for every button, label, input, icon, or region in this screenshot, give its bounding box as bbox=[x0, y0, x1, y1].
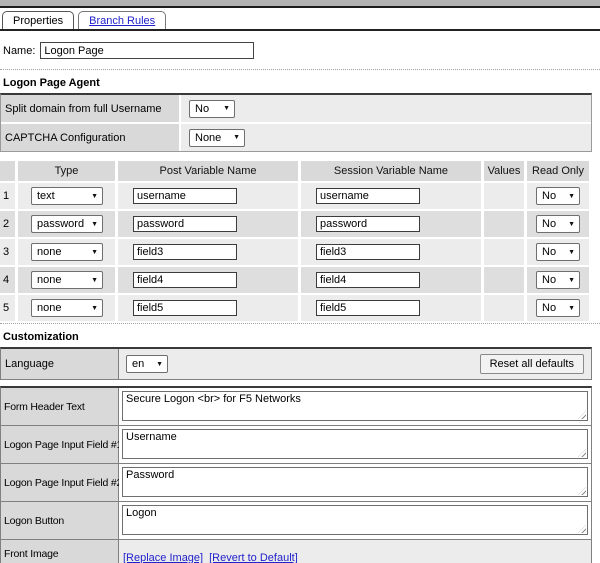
split-domain-select[interactable]: No ▼ bbox=[189, 100, 235, 118]
type-select[interactable]: none ▼ bbox=[31, 271, 103, 289]
name-row: Name: bbox=[0, 31, 600, 70]
post-variable-input[interactable] bbox=[133, 300, 237, 316]
type-select[interactable]: none ▼ bbox=[31, 299, 103, 317]
logon-button-row: Logon Button Logon bbox=[1, 502, 591, 540]
dropdown-arrow-icon: ▼ bbox=[568, 249, 575, 256]
dropdown-arrow-icon: ▼ bbox=[568, 277, 575, 284]
type-select[interactable]: password ▼ bbox=[31, 215, 103, 233]
name-label: Name: bbox=[3, 45, 35, 57]
dropdown-arrow-icon: ▼ bbox=[91, 193, 98, 200]
logon-fields-table: Type Post Variable Name Session Variable… bbox=[0, 161, 592, 321]
session-variable-input[interactable] bbox=[316, 244, 420, 260]
captcha-select[interactable]: None ▼ bbox=[189, 129, 245, 147]
read-only-select[interactable]: No ▼ bbox=[536, 243, 580, 261]
tab-properties[interactable]: Properties bbox=[2, 11, 74, 29]
revert-to-default-link[interactable]: [Revert to Default] bbox=[209, 552, 298, 563]
language-select[interactable]: en ▼ bbox=[126, 355, 168, 373]
input-field-1-textarea[interactable]: Username bbox=[122, 429, 588, 459]
agent-table: Split domain from full Username No ▼ CAP… bbox=[0, 93, 592, 152]
input-field-2-textarea[interactable]: Password bbox=[122, 467, 588, 497]
form-header-label: Form Header Text bbox=[1, 388, 119, 425]
front-image-row: Front Image [Replace Image] [Revert to D… bbox=[1, 540, 591, 563]
branch-rules-link[interactable]: Branch Rules bbox=[89, 15, 155, 27]
logon-button-label: Logon Button bbox=[1, 502, 119, 539]
values-cell bbox=[484, 183, 524, 209]
row-number: 4 bbox=[0, 267, 15, 293]
customization-table: Form Header Text Secure Logon <br> for F… bbox=[0, 386, 592, 563]
read-only-select[interactable]: No ▼ bbox=[536, 215, 580, 233]
agent-section-title: Logon Page Agent bbox=[0, 70, 600, 93]
field-row-2: 2 password ▼ No ▼ bbox=[0, 211, 592, 237]
dropdown-arrow-icon: ▼ bbox=[233, 134, 240, 141]
type-select[interactable]: text ▼ bbox=[31, 187, 103, 205]
field-row-5: 5 none ▼ No ▼ bbox=[0, 295, 592, 321]
front-image-label: Front Image bbox=[1, 540, 119, 563]
name-input[interactable] bbox=[40, 42, 254, 59]
agent-row-split-domain: Split domain from full Username No ▼ bbox=[1, 95, 591, 122]
field-row-3: 3 none ▼ No ▼ bbox=[0, 239, 592, 265]
input-field-1-label: Logon Page Input Field #1 bbox=[1, 426, 119, 463]
captcha-label: CAPTCHA Configuration bbox=[1, 124, 179, 151]
dropdown-arrow-icon: ▼ bbox=[91, 249, 98, 256]
dropdown-arrow-icon: ▼ bbox=[568, 221, 575, 228]
agent-row-captcha: CAPTCHA Configuration None ▼ bbox=[1, 124, 591, 151]
input-field-1-row: Logon Page Input Field #1 Username bbox=[1, 426, 591, 464]
values-cell bbox=[484, 295, 524, 321]
post-variable-input[interactable] bbox=[133, 188, 237, 204]
read-only-select[interactable]: No ▼ bbox=[536, 187, 580, 205]
col-header-session: Session Variable Name bbox=[301, 161, 481, 181]
row-number: 1 bbox=[0, 183, 15, 209]
reset-all-defaults-button[interactable]: Reset all defaults bbox=[480, 354, 584, 374]
type-select[interactable]: none ▼ bbox=[31, 243, 103, 261]
session-variable-input[interactable] bbox=[316, 300, 420, 316]
input-field-2-row: Logon Page Input Field #2 Password bbox=[1, 464, 591, 502]
dropdown-arrow-icon: ▼ bbox=[91, 277, 98, 284]
row-number: 2 bbox=[0, 211, 15, 237]
read-only-select[interactable]: No ▼ bbox=[536, 271, 580, 289]
col-header-values: Values bbox=[484, 161, 524, 181]
logon-button-textarea[interactable]: Logon bbox=[122, 505, 588, 535]
input-field-2-label: Logon Page Input Field #2 bbox=[1, 464, 119, 501]
tab-bar: Properties Branch Rules bbox=[0, 8, 600, 31]
field-row-4: 4 none ▼ No ▼ bbox=[0, 267, 592, 293]
dropdown-arrow-icon: ▼ bbox=[223, 105, 230, 112]
row-number: 3 bbox=[0, 239, 15, 265]
session-variable-input[interactable] bbox=[316, 272, 420, 288]
form-header-row: Form Header Text Secure Logon <br> for F… bbox=[1, 388, 591, 426]
dropdown-arrow-icon: ▼ bbox=[568, 193, 575, 200]
col-header-type: Type bbox=[18, 161, 115, 181]
post-variable-input[interactable] bbox=[133, 244, 237, 260]
post-variable-input[interactable] bbox=[133, 272, 237, 288]
dropdown-arrow-icon: ▼ bbox=[568, 305, 575, 312]
values-cell bbox=[484, 211, 524, 237]
col-header-read-only: Read Only bbox=[527, 161, 589, 181]
language-label: Language bbox=[1, 349, 119, 379]
session-variable-input[interactable] bbox=[316, 188, 420, 204]
customization-section-title: Customization bbox=[0, 324, 600, 347]
language-row: Language en ▼ Reset all defaults bbox=[0, 347, 592, 380]
dropdown-arrow-icon: ▼ bbox=[156, 361, 163, 368]
post-variable-input[interactable] bbox=[133, 216, 237, 232]
dropdown-arrow-icon: ▼ bbox=[91, 221, 98, 228]
top-gray-bar bbox=[0, 0, 600, 8]
values-cell bbox=[484, 239, 524, 265]
form-header-textarea[interactable]: Secure Logon <br> for F5 Networks bbox=[122, 391, 588, 421]
split-domain-label: Split domain from full Username bbox=[1, 95, 179, 122]
row-number: 5 bbox=[0, 295, 15, 321]
values-cell bbox=[484, 267, 524, 293]
col-header-post: Post Variable Name bbox=[118, 161, 298, 181]
read-only-select[interactable]: No ▼ bbox=[536, 299, 580, 317]
field-row-1: 1 text ▼ No ▼ bbox=[0, 183, 592, 209]
fields-header-row: Type Post Variable Name Session Variable… bbox=[0, 161, 592, 181]
dropdown-arrow-icon: ▼ bbox=[91, 305, 98, 312]
session-variable-input[interactable] bbox=[316, 216, 420, 232]
replace-image-link[interactable]: [Replace Image] bbox=[123, 552, 203, 563]
tab-branch-rules[interactable]: Branch Rules bbox=[78, 11, 166, 29]
